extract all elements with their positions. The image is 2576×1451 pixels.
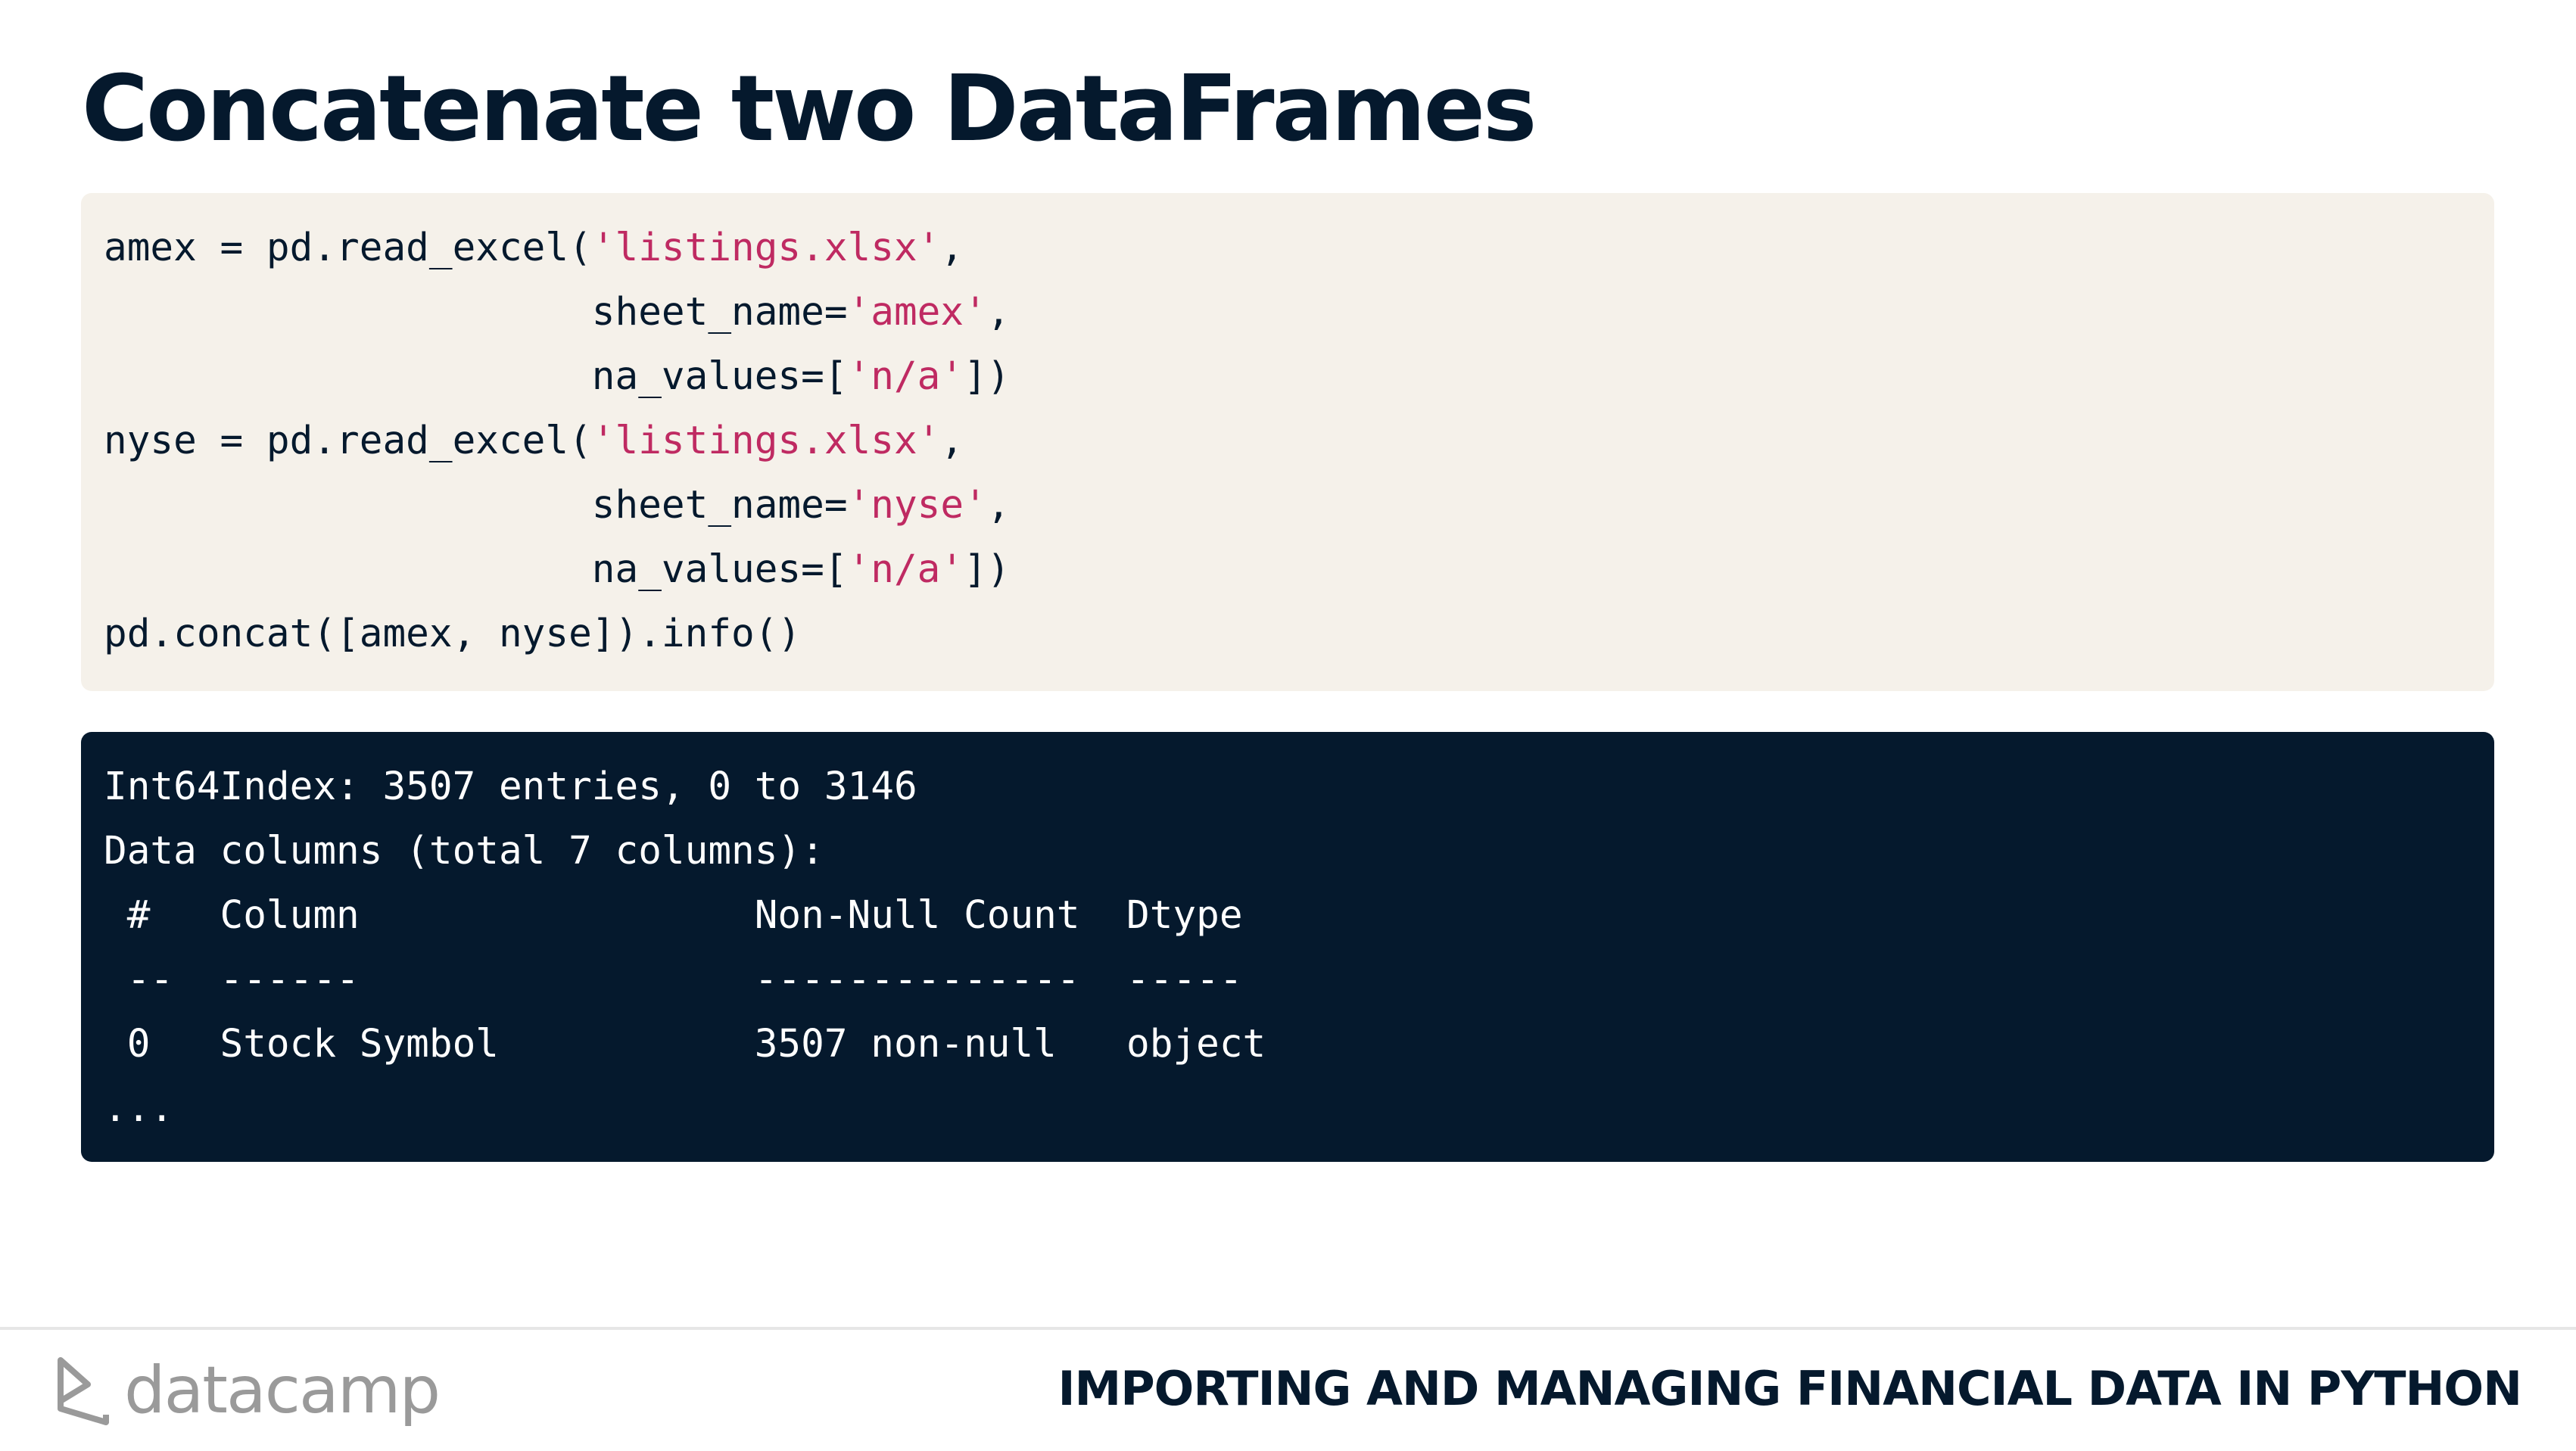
datacamp-logo: datacamp	[53, 1349, 441, 1432]
code-token: ,	[986, 290, 1011, 335]
output-line: -- ------ -------------- -----	[104, 957, 1266, 1002]
code-token: ,	[940, 226, 964, 270]
string-literal: 'listings.xlsx'	[591, 226, 941, 270]
code-token: nyse = pd.read_excel(	[104, 419, 592, 463]
code-token: ,	[940, 419, 964, 463]
code-token: amex = pd.read_excel(	[104, 226, 592, 270]
code-token: ,	[986, 483, 1011, 528]
code-token: pd.concat([amex, nyse]).info()	[104, 612, 802, 656]
code-token: na_values=[	[104, 547, 848, 592]
output-line: 0 Stock Symbol 3507 non-null object	[104, 1022, 1266, 1066]
string-literal: 'listings.xlsx'	[591, 419, 941, 463]
slide-title: Concatenate two DataFrames	[82, 57, 1537, 162]
code-line: amex = pd.read_excel('listings.xlsx',	[104, 216, 2494, 280]
code-token: sheet_name=	[104, 483, 848, 528]
logo-text: datacamp	[124, 1353, 441, 1428]
code-line: na_values=['n/a'])	[104, 344, 2494, 409]
code-line: pd.concat([amex, nyse]).info()	[104, 602, 2494, 666]
code-line: nyse = pd.read_excel('listings.xlsx',	[104, 409, 2494, 473]
datacamp-logo-icon	[53, 1354, 114, 1427]
string-literal: 'nyse'	[847, 483, 987, 528]
course-title: IMPORTING AND MANAGING FINANCIAL DATA IN…	[1057, 1361, 2522, 1416]
code-line: sheet_name='nyse',	[104, 473, 2494, 537]
string-literal: 'n/a'	[847, 354, 964, 399]
code-block: amex = pd.read_excel('listings.xlsx', sh…	[81, 193, 2494, 691]
output-line: Data columns (total 7 columns):	[104, 829, 824, 873]
code-token: na_values=[	[104, 354, 848, 399]
output-line: ...	[104, 1086, 174, 1131]
string-literal: 'amex'	[847, 290, 987, 335]
footer-divider	[0, 1327, 2576, 1330]
output-block: Int64Index: 3507 entries, 0 to 3146 Data …	[81, 732, 2494, 1162]
code-line: sheet_name='amex',	[104, 280, 2494, 344]
output-line: Int64Index: 3507 entries, 0 to 3146	[104, 764, 917, 809]
output-line: # Column Non-Null Count Dtype	[104, 893, 1266, 938]
code-line: na_values=['n/a'])	[104, 537, 2494, 602]
code-token: sheet_name=	[104, 290, 848, 335]
code-token: ])	[964, 547, 1011, 592]
string-literal: 'n/a'	[847, 547, 964, 592]
code-token: ])	[964, 354, 1011, 399]
